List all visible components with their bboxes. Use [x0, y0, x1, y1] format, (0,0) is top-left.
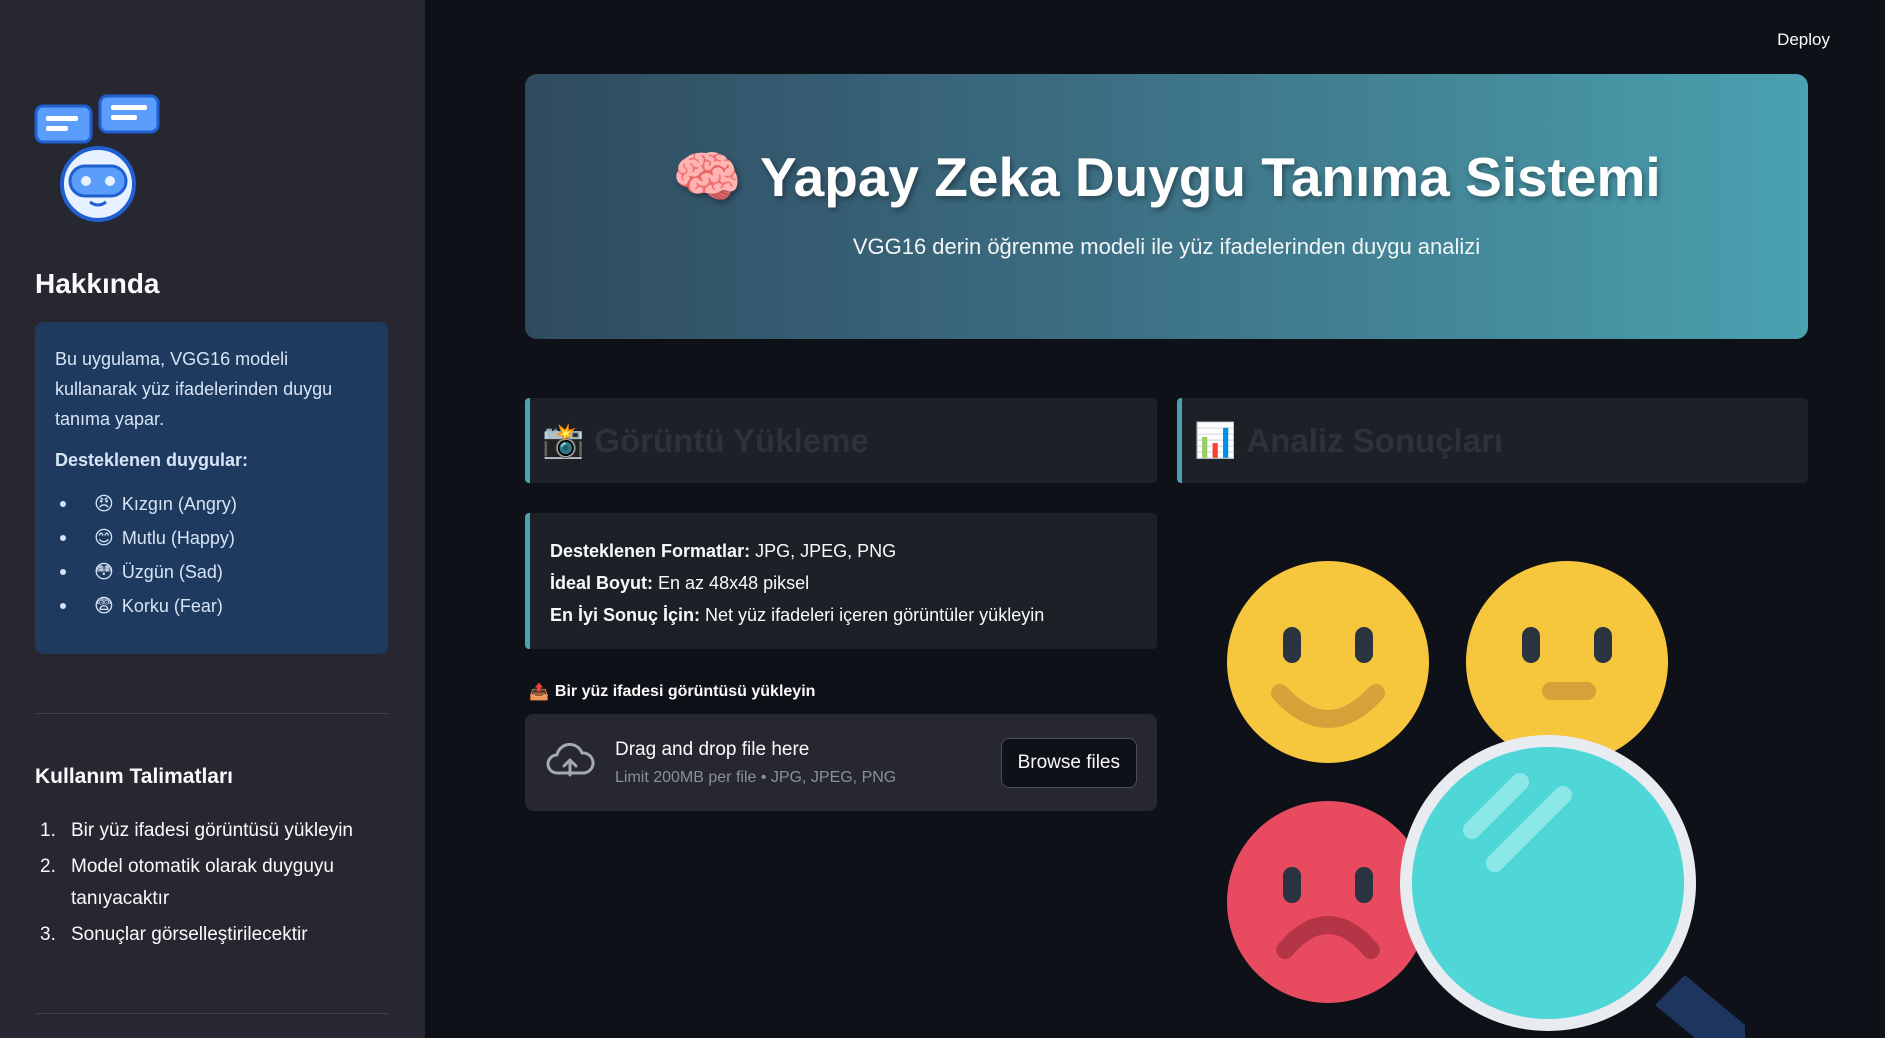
usage-steps-list: 1. Bir yüz ifadesi görüntüsü yükleyin 2.…	[35, 815, 388, 955]
dropzone-text: Drag and drop file here Limit 200MB per …	[615, 739, 1001, 787]
divider	[35, 713, 388, 714]
neutral-face-icon	[1466, 561, 1668, 763]
usage-title: Kullanım Talimatları	[35, 765, 233, 788]
list-item: 1. Bir yüz ifadesi görüntüsü yükleyin	[35, 815, 388, 847]
cloud-upload-icon	[546, 742, 595, 776]
about-title: Hakkında	[35, 268, 160, 299]
step-text: Sonuçlar görselleştirilecektir	[71, 924, 308, 945]
page-title-text: Yapay Zeka Duygu Tanıma Sistemi	[760, 146, 1661, 208]
about-text: Bu uygulama, VGG16 modeli kullanarak yüz…	[55, 349, 333, 429]
formats-value: JPG, JPEG, PNG	[755, 541, 897, 561]
outbox-tray-icon: 📤	[529, 684, 549, 701]
fearful-face-icon: 😨	[94, 595, 114, 617]
emotion-analysis-illustration	[1227, 561, 1745, 1038]
angry-face-icon: 😠	[94, 493, 114, 515]
deploy-button[interactable]: Deploy	[1777, 30, 1830, 50]
page-subtitle: VGG16 derin öğrenme modeli ile yüz ifade…	[852, 234, 1481, 259]
emotion-label: Mutlu (Happy)	[121, 527, 235, 548]
list-item: 😨 Korku (Fear)	[55, 589, 368, 623]
divider	[35, 1013, 388, 1014]
sad-face-icon: 😳	[94, 561, 114, 583]
formats-row: Desteklenen Formatlar: JPG, JPEG, PNG	[550, 535, 1137, 567]
best-result-label: En İyi Sonuç İçin:	[550, 605, 701, 625]
step-number: 3.	[40, 924, 56, 945]
about-info-box: Bu uygulama, VGG16 modeli kullanarak yüz…	[35, 322, 388, 654]
step-number: 2.	[40, 856, 56, 877]
size-label: İdeal Boyut:	[550, 573, 654, 593]
step-text: Model otomatik olarak duyguyu tanıyacakt…	[71, 856, 334, 909]
browse-files-button[interactable]: Browse files	[1000, 737, 1137, 788]
supported-emotions-title: Desteklenen duygular:	[55, 450, 249, 470]
sidebar: Hakkında Bu uygulama, VGG16 modeli kulla…	[0, 0, 425, 1038]
file-dropzone[interactable]: Drag and drop file here Limit 200MB per …	[525, 714, 1157, 811]
results-section-header: 📊 Analiz Sonuçları	[1177, 398, 1808, 483]
results-section-title: Analiz Sonuçları	[1246, 421, 1504, 459]
emotion-label: Korku (Fear)	[121, 595, 223, 616]
bullet-icon	[60, 535, 66, 541]
list-item: 😊 Mutlu (Happy)	[55, 521, 368, 555]
emotion-label: Kızgın (Angry)	[121, 493, 237, 514]
happy-face-icon	[1227, 561, 1429, 763]
upload-section-title: Görüntü Yükleme	[594, 421, 869, 459]
formats-label: Desteklenen Formatlar:	[550, 541, 751, 561]
bullet-icon	[60, 569, 66, 575]
dropzone-instruction: Drag and drop file here	[615, 738, 810, 760]
emotion-label: Üzgün (Sad)	[121, 561, 223, 582]
step-number: 1.	[40, 820, 56, 841]
sad-face-icon	[1227, 801, 1429, 1003]
step-text: Bir yüz ifadesi görüntüsü yükleyin	[71, 820, 353, 841]
dropzone-limit: Limit 200MB per file • JPG, JPEG, PNG	[615, 768, 897, 786]
size-value: En az 48x48 piksel	[658, 573, 810, 593]
list-item: 3. Sonuçlar görselleştirilecektir	[35, 919, 388, 951]
hero-banner: 🧠 Yapay Zeka Duygu Tanıma Sistemi VGG16 …	[525, 74, 1808, 339]
best-result-row: En İyi Sonuç İçin: Net yüz ifadeleri içe…	[550, 599, 1137, 631]
list-item: 2. Model otomatik olarak duyguyu tanıyac…	[35, 851, 388, 915]
emotion-list: 😠 Kızgın (Angry) 😊 Mutlu (Happy) 😳 Üzgün…	[55, 487, 368, 623]
best-result-value: Net yüz ifadeleri içeren görüntüler yükl…	[705, 605, 1045, 625]
list-item: 😳 Üzgün (Sad)	[55, 555, 368, 589]
list-item: 😠 Kızgın (Angry)	[55, 487, 368, 521]
upload-section-header: 📸 Görüntü Yükleme	[525, 398, 1157, 483]
bullet-icon	[60, 603, 66, 609]
uploader-label-text: Bir yüz ifadesi görüntüsü yükleyin	[554, 683, 816, 700]
brain-icon: 🧠	[672, 145, 742, 208]
size-row: İdeal Boyut: En az 48x48 piksel	[550, 567, 1137, 599]
page-title: 🧠 Yapay Zeka Duygu Tanıma Sistemi	[525, 144, 1808, 210]
chatbot-logo-icon	[34, 94, 160, 222]
camera-icon: 📸	[542, 421, 585, 460]
bullet-icon	[60, 501, 66, 507]
bar-chart-icon: 📊	[1194, 421, 1237, 460]
uploader-label: 📤 Bir yüz ifadesi görüntüsü yükleyin	[529, 682, 815, 702]
happy-face-icon: 😊	[94, 527, 114, 549]
format-info-box: Desteklenen Formatlar: JPG, JPEG, PNG İd…	[525, 513, 1157, 649]
magnifying-glass-icon	[1400, 735, 1745, 1038]
